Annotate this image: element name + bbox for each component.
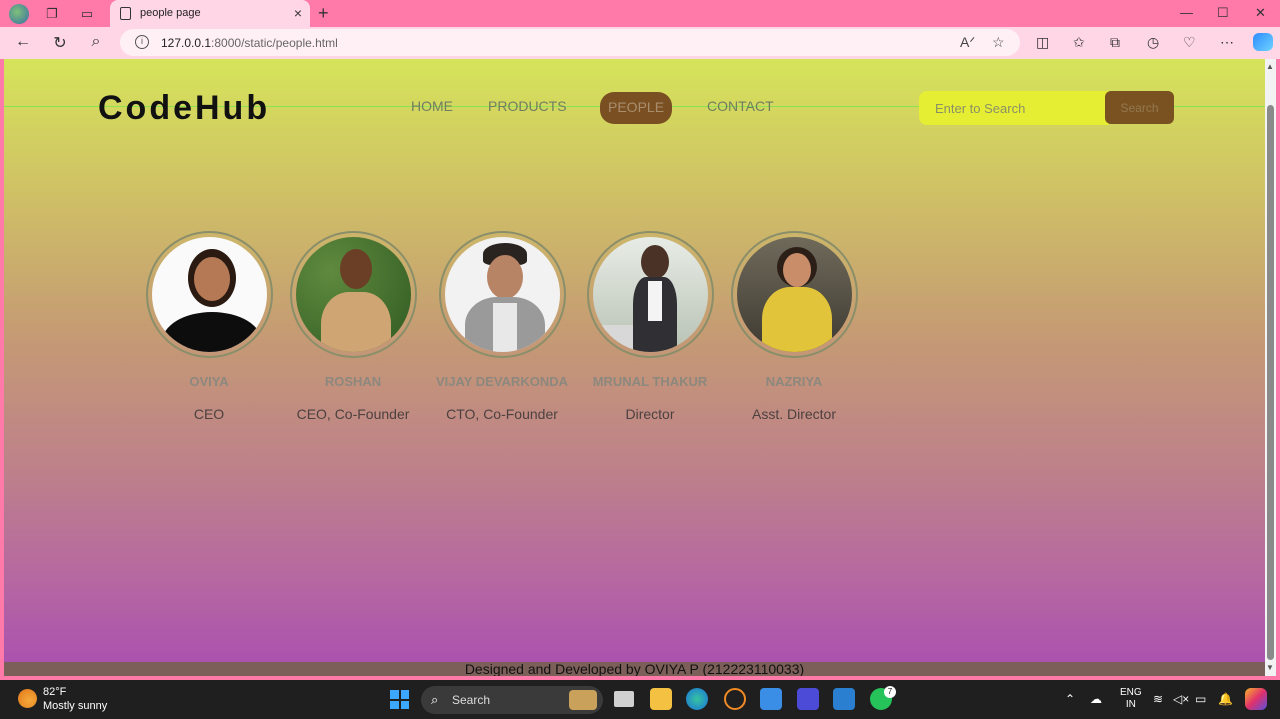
weather-sun-icon[interactable]	[18, 689, 37, 708]
file-explorer-icon[interactable]	[650, 688, 672, 710]
person-name: MRUNAL THAKUR	[592, 374, 708, 389]
scroll-up-arrow-icon[interactable]: ▲	[1266, 62, 1274, 71]
page-scrollbar[interactable]: ▲ ▼	[1265, 59, 1276, 676]
microsoft-store-icon[interactable]	[760, 688, 782, 710]
copilot-icon[interactable]	[1253, 33, 1273, 51]
new-tab-button[interactable]: +	[318, 3, 329, 24]
read-aloud-icon[interactable]: Aᐟ	[960, 34, 975, 51]
person-role: CTO, Co-Founder	[446, 406, 558, 422]
favorites-icon[interactable]: ✩	[1073, 34, 1085, 51]
windows-start-icon[interactable]	[390, 690, 409, 709]
language-code: ENG	[1120, 687, 1142, 698]
refresh-icon[interactable]: ↻	[50, 33, 70, 53]
person-photo	[438, 231, 566, 358]
site-search-input[interactable]	[919, 91, 1109, 125]
nav-products[interactable]: PRODUCTS	[488, 98, 567, 114]
site-search-button[interactable]: Search	[1105, 91, 1174, 124]
split-screen-icon[interactable]: ◫	[1036, 34, 1049, 51]
search-icon: ⌕	[431, 692, 439, 707]
page-icon	[120, 7, 131, 20]
browser-tab-strip: ❐ ▭ people page × + — ☐ ✕	[0, 0, 1280, 27]
taskbar-search-box[interactable]: ⌕ Search	[421, 686, 603, 714]
person-card: ROSHAN CEO, Co-Founder	[273, 231, 433, 422]
person-card: OVIYA CEO	[129, 231, 289, 422]
person-card: NAZRIYA Asst. Director	[714, 231, 874, 422]
person-role: CEO, Co-Founder	[296, 406, 410, 422]
history-icon[interactable]: ◷	[1147, 34, 1159, 51]
task-view-icon[interactable]	[614, 691, 634, 707]
weather-condition[interactable]: Mostly sunny	[43, 700, 107, 712]
person-photo	[730, 231, 858, 358]
edge-browser-icon[interactable]	[686, 688, 708, 710]
site-info-icon[interactable]: i	[135, 35, 149, 49]
browser-tab[interactable]: people page ×	[110, 0, 310, 27]
person-role: CEO	[193, 406, 225, 422]
region-code: IN	[1125, 699, 1136, 710]
scroll-down-arrow-icon[interactable]: ▼	[1266, 663, 1274, 672]
onedrive-cloud-icon[interactable]: ☁	[1090, 692, 1102, 706]
site-logo[interactable]: CodeHub	[98, 89, 270, 128]
tab-title: people page	[140, 7, 201, 19]
person-photo	[289, 231, 417, 358]
battery-icon[interactable]: ▭	[1195, 692, 1206, 706]
extensions-icon[interactable]: ♡	[1183, 34, 1196, 51]
taskbar-search-label: Search	[452, 693, 491, 707]
weather-temperature[interactable]: 82°F	[43, 686, 66, 698]
person-name: NAZRIYA	[765, 374, 823, 389]
minimize-button[interactable]: —	[1180, 5, 1193, 20]
url-text: 127.0.0.1:8000/static/people.html	[161, 36, 338, 50]
page-footer: Designed and Developed by OVIYA P (21222…	[4, 662, 1265, 676]
notification-badge: 7	[884, 686, 896, 698]
tab-close-icon[interactable]: ×	[294, 5, 302, 21]
person-photo	[586, 231, 714, 358]
person-card: MRUNAL THAKUR Director	[570, 231, 730, 422]
back-arrow-icon[interactable]: ←	[13, 33, 33, 51]
person-role: Director	[625, 406, 675, 422]
nav-contact[interactable]: CONTACT	[707, 98, 774, 114]
maximize-button[interactable]: ☐	[1217, 5, 1229, 21]
profile-avatar-icon[interactable]	[9, 4, 29, 24]
tab-actions-icon[interactable]: ▭	[78, 5, 96, 23]
person-photo	[145, 231, 273, 358]
collections-toolbar-icon[interactable]: ⧉	[1110, 34, 1120, 51]
copilot-taskbar-icon[interactable]	[1245, 688, 1267, 710]
show-hidden-icons-chevron-icon[interactable]: ⌃	[1065, 692, 1075, 706]
nav-people[interactable]: PEOPLE	[600, 92, 673, 124]
collections-icon[interactable]: ❐	[43, 5, 61, 23]
wifi-icon[interactable]: ≋	[1153, 692, 1163, 706]
person-name: OVIYA	[189, 374, 229, 389]
volume-muted-icon[interactable]: ◁×	[1173, 692, 1189, 706]
jupyter-icon[interactable]	[724, 688, 746, 710]
power-automate-icon[interactable]	[797, 688, 819, 710]
search-highlight-icon	[569, 690, 597, 710]
notifications-bell-icon[interactable]: 🔔	[1218, 692, 1233, 706]
page-viewport: CodeHub HOME PRODUCTS PEOPLE CONTACT Sea…	[4, 59, 1265, 676]
url-field[interactable]: i 127.0.0.1:8000/static/people.html Aᐟ ☆	[120, 29, 1020, 56]
person-card: VIJAY DEVARKONDA CTO, Co-Founder	[422, 231, 582, 422]
scrollbar-thumb[interactable]	[1267, 105, 1274, 660]
person-name: ROSHAN	[324, 374, 382, 389]
favorite-star-icon[interactable]: ☆	[992, 34, 1005, 51]
search-icon[interactable]: ⌕	[86, 33, 106, 51]
more-options-icon[interactable]: ⋯	[1220, 34, 1234, 51]
close-window-button[interactable]: ✕	[1255, 5, 1266, 21]
vscode-icon[interactable]	[833, 688, 855, 710]
person-name: VIJAY DEVARKONDA	[436, 374, 568, 389]
nav-home[interactable]: HOME	[411, 98, 453, 114]
language-indicator[interactable]: ENG IN	[1120, 687, 1142, 711]
person-role: Asst. Director	[751, 406, 836, 422]
windows-taskbar: 82°F Mostly sunny ⌕ Search 7 ⌃ ☁ ENG IN …	[0, 680, 1280, 719]
address-bar-row: ← ↻ ⌕ i 127.0.0.1:8000/static/people.htm…	[0, 27, 1280, 59]
